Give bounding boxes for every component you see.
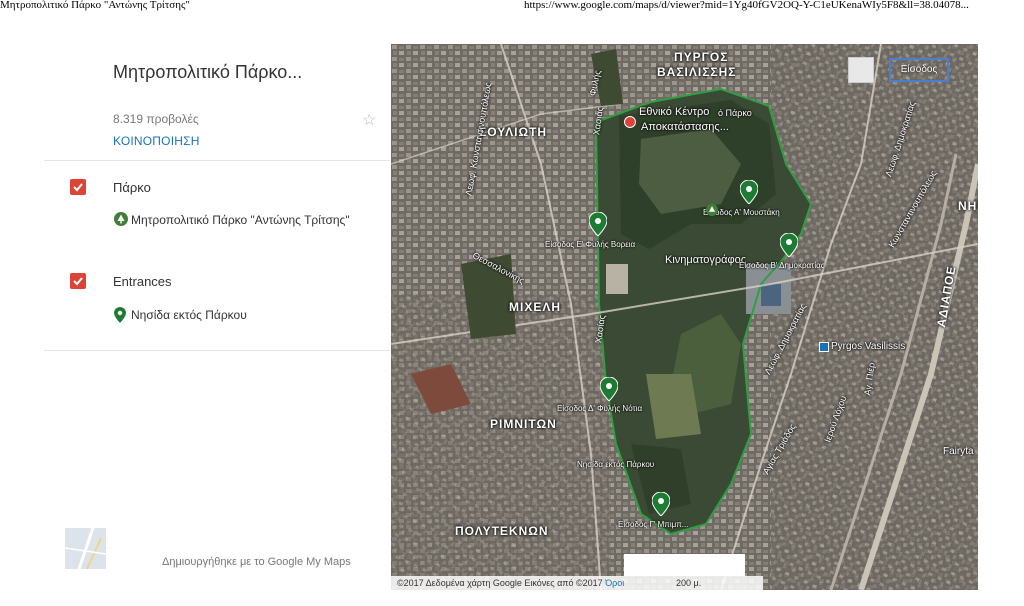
- map-legend-panel: Μητροπολιτικό Πάρκο... 8.319 προβολές ☆ …: [44, 44, 390, 574]
- poi-label[interactable]: Pyrgos Vasilissis: [831, 341, 905, 352]
- entrance-highlight-box[interactable]: Είσοδος: [889, 58, 949, 82]
- view-count: 8.319 προβολές: [113, 112, 199, 126]
- divider: [44, 160, 390, 161]
- pin-label[interactable]: Είσοδος Γ' Μπιμπ...: [618, 520, 688, 529]
- share-button[interactable]: ΚΟΙΝΟΠΟΙΗΣΗ: [113, 134, 200, 148]
- park-tree-icon[interactable]: [706, 204, 718, 216]
- pin-label[interactable]: Είσοδος Ε' Φυλής Βορεια: [545, 240, 635, 249]
- print-page-url: https://www.google.com/maps/d/viewer?mid…: [524, 0, 969, 11]
- park-tree-icon: [114, 212, 128, 228]
- area-label: ΝΗΣΙΔ: [958, 199, 978, 213]
- map-thumbnail[interactable]: [65, 528, 106, 569]
- area-label: ΡΙΜΝΙΤΩΝ: [490, 417, 557, 431]
- map-pin-icon: [114, 307, 128, 323]
- feature-item-island[interactable]: Νησίδα εκτός Πάρκου: [114, 307, 247, 323]
- divider: [44, 350, 390, 351]
- layer-checkbox-entrances[interactable]: [70, 273, 86, 289]
- feature-label: Νησίδα εκτός Πάρκου: [131, 308, 247, 322]
- area-label: ΠΟΛΥΤΕΚΝΩΝ: [455, 524, 549, 538]
- terms-link[interactable]: Όροι: [605, 578, 624, 588]
- print-page-title: Μητροπολιτικό Πάρκο "Αντώνης Τρίτσης": [0, 0, 190, 11]
- area-label: ΠΥΡΓΟΣ: [674, 50, 729, 64]
- layer-toggle-control[interactable]: [848, 57, 874, 83]
- scale-label: 200 μ.: [676, 578, 702, 588]
- hospital-marker-icon[interactable]: [624, 116, 636, 128]
- poi-label: ό Πάρκο: [718, 108, 752, 118]
- map-pin-icon[interactable]: [600, 377, 618, 401]
- map-pin-icon[interactable]: [652, 492, 670, 516]
- map-attribution: ©2017 Δεδομένα χάρτη Google Εικόνες από …: [391, 576, 763, 590]
- star-icon[interactable]: ☆: [362, 110, 376, 130]
- poi-label[interactable]: Εθνικό Κέντρο: [639, 106, 709, 118]
- area-label: ΣΟΥΛΙΩΤΗ: [479, 125, 548, 139]
- created-with-my-maps[interactable]: Δημιουργήθηκε με το Google My Maps: [162, 556, 351, 568]
- area-label: ΜΙΧΕΛΗ: [509, 300, 562, 314]
- layer-name-entrances: Entrances: [113, 274, 172, 289]
- layer-checkbox-parko[interactable]: [70, 179, 86, 195]
- pin-label[interactable]: Νησίδα εκτός Πάρκου: [577, 460, 654, 469]
- attribution-text: ©2017 Δεδομένα χάρτη Google Εικόνες από …: [397, 578, 603, 588]
- scale-box: [624, 554, 745, 576]
- feature-label: Μητροπολιτικό Πάρκο "Αντώνης Τρίτσης": [131, 213, 350, 227]
- bus-stop-icon[interactable]: [819, 342, 829, 352]
- feature-item-park[interactable]: Μητροπολιτικό Πάρκο "Αντώνης Τρίτσης": [114, 212, 350, 228]
- map-pin-icon[interactable]: [589, 212, 607, 236]
- print-header: Μητροπολιτικό Πάρκο "Αντώνης Τρίτσης" ht…: [0, 0, 1024, 14]
- layer-name-parko: Πάρκο: [113, 180, 151, 195]
- poi-label[interactable]: Κινηματογράφος: [665, 254, 746, 266]
- poi-label[interactable]: Αποκατάστασης...: [641, 121, 729, 133]
- pin-label[interactable]: Είσοδος Β' Δημοκρατίας: [739, 261, 825, 270]
- pin-label[interactable]: Είσοδος Δ' Φυλής Νότια: [557, 404, 642, 413]
- map-title[interactable]: Μητροπολιτικό Πάρκο...: [113, 62, 302, 83]
- satellite-map[interactable]: ΠΥΡΓΟΣ ΒΑΣΙΛΙΣΣΗΣ ΣΟΥΛΙΩΤΗ ΜΙΧΕΛΗ ΡΙΜΝΙΤ…: [391, 44, 978, 590]
- map-pin-icon[interactable]: [740, 180, 758, 204]
- map-pin-icon[interactable]: [780, 233, 798, 257]
- poi-label: Fairyta: [943, 446, 974, 457]
- area-label: ΒΑΣΙΛΙΣΣΗΣ: [657, 65, 737, 79]
